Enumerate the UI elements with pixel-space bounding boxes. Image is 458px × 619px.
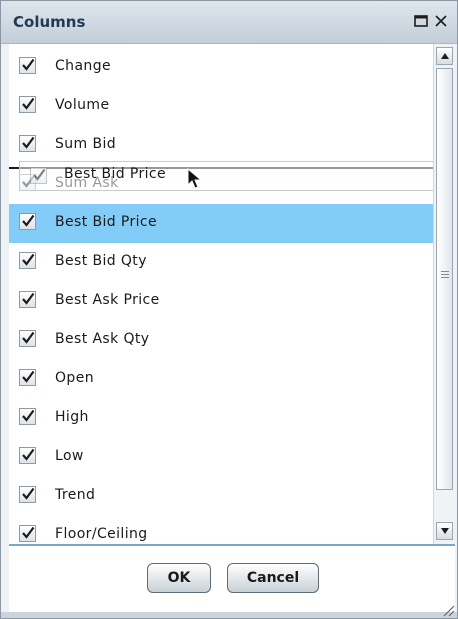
scroll-down-arrow-icon[interactable] [436, 522, 453, 540]
list-item[interactable]: Low [9, 438, 433, 477]
checkbox-checked-icon[interactable] [19, 96, 36, 113]
checkbox-checked-icon[interactable] [19, 252, 36, 269]
list-item[interactable]: High [9, 399, 433, 438]
dialog-title: Columns [13, 13, 86, 31]
checkbox-checked-icon[interactable] [19, 135, 36, 152]
list-item[interactable]: Open [9, 360, 433, 399]
checkbox-checked-icon[interactable] [19, 330, 36, 347]
list-item-label: Open [55, 370, 94, 386]
close-icon[interactable] [431, 11, 451, 31]
cancel-button[interactable]: Cancel [227, 563, 319, 593]
list-item-label: Sum Bid [55, 136, 117, 152]
list-item-label: Change [55, 58, 112, 74]
list-item-label: Best Bid Qty [55, 253, 147, 269]
checkbox-checked-icon[interactable] [19, 213, 36, 230]
checkbox-checked-icon[interactable] [19, 57, 36, 74]
list-item[interactable]: Best Ask Price [9, 282, 433, 321]
list-item-label: Low [55, 448, 84, 464]
list-item[interactable]: Best Ask Qty [9, 321, 433, 360]
checkbox-checked-icon[interactable] [19, 486, 36, 503]
list-item-label: Best Bid Price [55, 214, 158, 230]
dialog-bottom-edge [1, 612, 457, 618]
mouse-pointer-icon [187, 168, 203, 189]
resize-grip-icon[interactable] [441, 603, 455, 617]
drag-ghost-label: Best Bid Price [64, 166, 167, 182]
dialog-footer: OK Cancel [9, 546, 455, 612]
checkbox-checked-icon[interactable] [19, 525, 36, 542]
scrollbar-grip-icon [441, 271, 449, 280]
scroll-up-arrow-icon[interactable] [436, 47, 453, 65]
list-item-label: Best Ask Qty [55, 331, 150, 347]
list-item[interactable]: Floor/Ceiling [9, 516, 433, 544]
title-bar[interactable]: Columns [1, 1, 457, 44]
list-item[interactable]: Best Bid Qty [9, 243, 433, 282]
column-list[interactable]: ChangeVolumeSum BidSum AskBest Bid Price… [9, 44, 455, 546]
checkbox-checked-icon[interactable] [19, 408, 36, 425]
maximize-icon[interactable] [411, 11, 431, 31]
ok-button[interactable]: OK [147, 563, 211, 593]
checkbox-checked-icon [30, 167, 47, 184]
list-item[interactable]: Best Bid Price [9, 204, 433, 243]
list-item[interactable]: Volume [9, 87, 433, 126]
list-item-label: Floor/Ceiling [55, 526, 148, 542]
list-item-label: High [55, 409, 89, 425]
list-item[interactable]: Trend [9, 477, 433, 516]
vertical-scrollbar[interactable] [433, 44, 455, 544]
list-item-label: Volume [55, 97, 110, 113]
drag-ghost: Best Bid Price [19, 161, 439, 191]
checkbox-checked-icon[interactable] [19, 369, 36, 386]
columns-dialog: Columns ChangeVolumeSum BidSum AskBest B… [0, 0, 458, 619]
list-item[interactable]: Sum Bid [9, 126, 433, 165]
list-item-label: Best Ask Price [55, 292, 160, 308]
checkbox-checked-icon[interactable] [19, 291, 36, 308]
list-item[interactable]: Change [9, 48, 433, 87]
checkbox-checked-icon[interactable] [19, 447, 36, 464]
scrollbar-thumb[interactable] [436, 68, 453, 490]
list-item-label: Trend [55, 487, 96, 503]
